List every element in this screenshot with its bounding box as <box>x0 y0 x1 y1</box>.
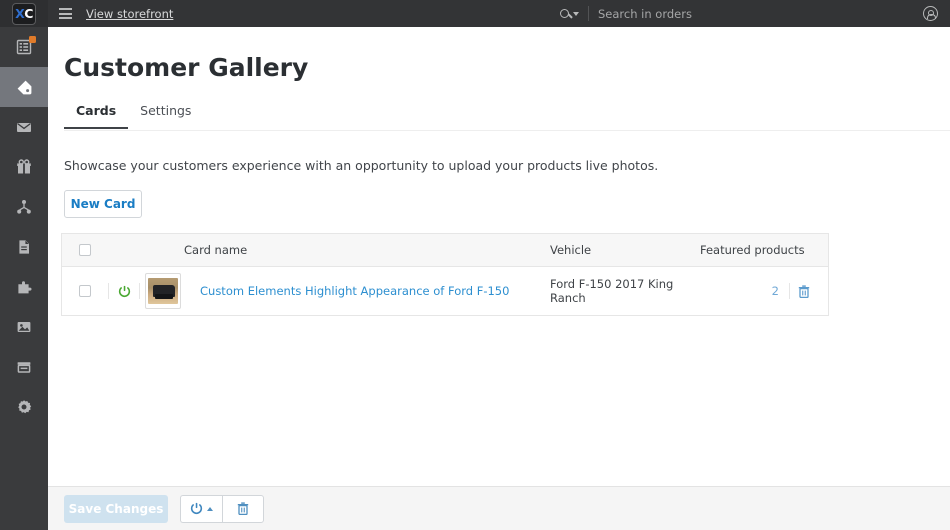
sidebar-item-extensions[interactable] <box>0 267 48 307</box>
app-root: XC View storefront <box>0 0 950 530</box>
power-toggle-icon <box>190 502 203 515</box>
trash-icon <box>237 502 249 515</box>
save-changes-button[interactable]: Save Changes <box>64 495 168 523</box>
search-input[interactable] <box>598 7 858 21</box>
bulk-delete-button[interactable] <box>222 495 264 523</box>
share-network-icon <box>16 199 32 215</box>
card-name-link[interactable]: Custom Elements Highlight Appearance of … <box>200 284 509 298</box>
sidebar-item-media[interactable] <box>0 307 48 347</box>
hamburger-icon[interactable] <box>48 0 82 27</box>
footer-action-bar: Save Changes <box>48 486 950 530</box>
cards-table: Card name Vehicle Featured products <box>61 233 829 316</box>
select-all-cell <box>62 244 108 256</box>
column-header-featured-products: Featured products <box>700 243 828 257</box>
chevron-down-icon[interactable] <box>573 12 579 16</box>
caret-up-icon[interactable] <box>207 507 213 511</box>
select-all-checkbox[interactable] <box>79 244 91 256</box>
sidebar-item-orders[interactable] <box>0 27 48 67</box>
orders-notification-badge <box>29 36 36 43</box>
column-header-vehicle: Vehicle <box>550 243 700 257</box>
trash-icon <box>798 285 810 298</box>
sidebar-item-content[interactable] <box>0 227 48 267</box>
search-area <box>560 0 858 27</box>
app-logo[interactable]: XC <box>0 0 48 27</box>
table-header-row: Card name Vehicle Featured products <box>62 234 828 267</box>
extensions-puzzle-icon <box>16 279 32 295</box>
image-picture-icon <box>16 319 32 335</box>
truck-thumbnail-image <box>148 278 178 304</box>
sidebar-item-promotions[interactable] <box>0 147 48 187</box>
sidebar-item-settings[interactable] <box>0 387 48 427</box>
main-content: Customer Gallery Cards Settings Showcase… <box>48 27 950 530</box>
row-select-cell <box>62 285 108 297</box>
page-description: Showcase your customers experience with … <box>64 158 658 173</box>
sidebar-item-customers[interactable] <box>0 187 48 227</box>
sidebar-item-mail[interactable] <box>0 107 48 147</box>
sidebar-item-catalog[interactable] <box>0 67 48 107</box>
new-card-button[interactable]: New Card <box>64 190 142 218</box>
table-row: Custom Elements Highlight Appearance of … <box>62 267 828 315</box>
row-featured-cell: 2 <box>700 283 828 299</box>
view-storefront-link[interactable]: View storefront <box>86 7 173 21</box>
row-checkbox[interactable] <box>79 285 91 297</box>
mail-envelope-icon <box>16 119 32 135</box>
top-header-bar: XC View storefront <box>0 0 950 27</box>
search-divider <box>588 6 589 21</box>
storefront-icon <box>16 359 32 375</box>
sidebar-nav <box>0 27 48 530</box>
row-card-name-cell: Custom Elements Highlight Appearance of … <box>186 284 550 298</box>
logo-letter-x: X <box>15 6 24 21</box>
row-thumbnail[interactable] <box>140 273 186 309</box>
power-on-icon <box>118 285 131 298</box>
user-account-icon[interactable] <box>923 0 938 27</box>
tab-bar: Cards Settings <box>64 103 950 131</box>
bulk-action-group <box>180 495 264 523</box>
row-enable-toggle[interactable] <box>109 285 139 298</box>
gift-icon <box>16 159 32 175</box>
column-header-card-name: Card name <box>108 243 550 257</box>
bulk-power-button[interactable] <box>180 495 222 523</box>
row-delete-button[interactable] <box>790 285 818 298</box>
row-vehicle-cell: Ford F-150 2017 King Ranch <box>550 277 700 305</box>
sidebar-item-store[interactable] <box>0 347 48 387</box>
document-icon <box>16 239 32 255</box>
tab-cards[interactable]: Cards <box>64 103 128 129</box>
tag-icon <box>16 79 33 96</box>
tab-settings[interactable]: Settings <box>128 103 203 127</box>
page-title: Customer Gallery <box>64 53 308 82</box>
search-icon[interactable] <box>560 9 579 18</box>
logo-letter-c: C <box>24 6 33 21</box>
featured-products-count[interactable]: 2 <box>772 284 779 298</box>
gear-settings-icon <box>16 399 32 415</box>
